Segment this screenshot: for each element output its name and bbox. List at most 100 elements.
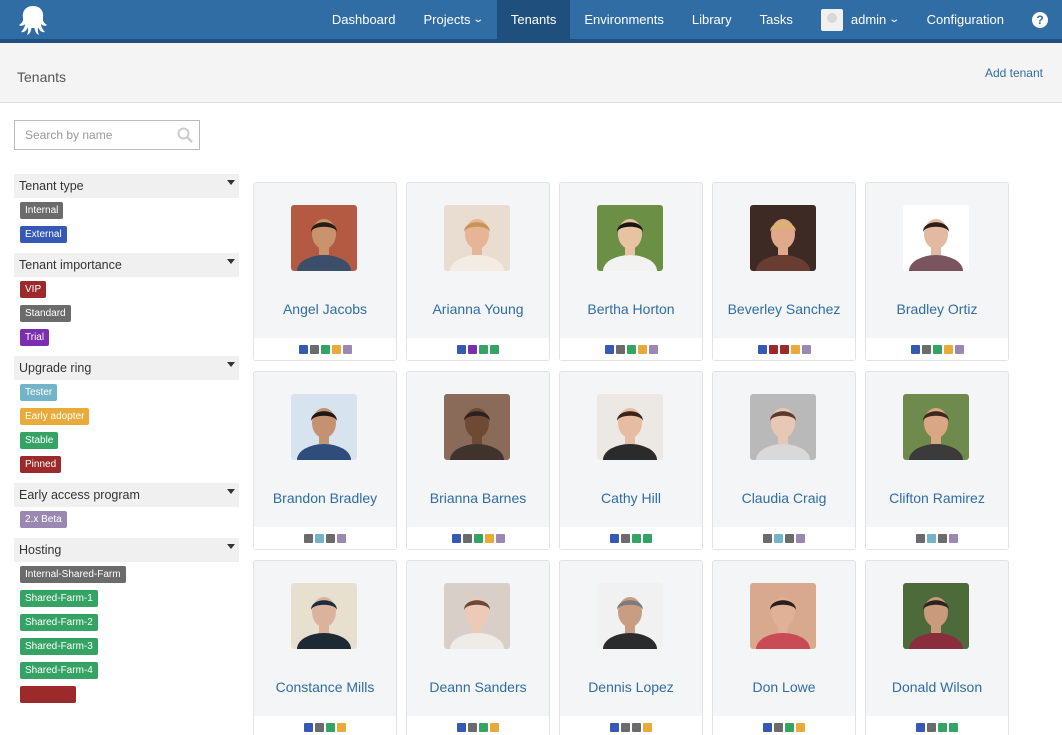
tenant-tag-swatches — [713, 716, 855, 735]
filter-group-header[interactable]: Hosting — [14, 538, 239, 562]
tenant-avatar — [903, 583, 969, 649]
tenant-avatar — [291, 583, 357, 649]
filter-tag-trial[interactable]: Trial — [20, 329, 50, 346]
filter-group-title: Tenant type — [19, 179, 84, 193]
nav-projects[interactable]: Projects ⌄ — [409, 0, 496, 39]
filter-tag-external[interactable]: External — [20, 226, 67, 243]
user-menu[interactable]: admin ⌄ — [807, 0, 913, 39]
tenant-card[interactable]: Claudia Craig — [712, 371, 856, 550]
tenant-card[interactable]: Angel Jacobs — [253, 182, 397, 361]
filter-tag-shared-farm-2[interactable]: Shared-Farm-2 — [20, 614, 98, 631]
filter-group-header[interactable]: Upgrade ring — [14, 356, 239, 380]
nav-dashboard[interactable]: Dashboard — [318, 0, 410, 39]
tenant-tag-swatches — [713, 527, 855, 549]
tag-swatch — [610, 722, 619, 732]
caret-down-icon[interactable] — [227, 544, 235, 549]
tag-swatch — [298, 344, 308, 354]
tenant-avatar — [750, 394, 816, 460]
tag-swatch — [774, 722, 783, 732]
filter-group-header[interactable]: Tenant importance — [14, 253, 239, 277]
add-tenant-link[interactable]: Add tenant — [985, 66, 1043, 80]
tenant-name[interactable]: Cathy Hill — [560, 490, 702, 506]
nav-configuration[interactable]: Configuration — [913, 0, 1018, 39]
tenant-name[interactable]: Bradley Ortiz — [866, 301, 1008, 317]
caret-down-icon[interactable] — [227, 489, 235, 494]
tenant-name[interactable]: Dennis Lopez — [560, 679, 702, 695]
filter-tag[interactable] — [20, 686, 76, 703]
filter-tag-list: VIP Standard Trial — [14, 277, 239, 346]
filter-tag-2-x-beta[interactable]: 2.x Beta — [20, 511, 67, 528]
filter-group-header[interactable]: Early access program — [14, 483, 239, 507]
help-button[interactable]: ? — [1018, 0, 1062, 39]
tag-swatch — [927, 722, 936, 732]
tenant-name[interactable]: Donald Wilson — [866, 679, 1008, 695]
tenant-name[interactable]: Deann Sanders — [407, 679, 549, 695]
tenant-card[interactable]: Brandon Bradley — [253, 371, 397, 550]
tag-swatch — [774, 533, 783, 543]
tag-swatch — [457, 344, 466, 354]
tag-swatch — [604, 344, 614, 354]
tag-swatch — [910, 344, 920, 354]
filter-tag-tester[interactable]: Tester — [20, 384, 58, 401]
tenant-card[interactable]: Dennis Lopez — [559, 560, 703, 735]
tenant-card[interactable]: Beverley Sanchez — [712, 182, 856, 361]
tenant-card[interactable]: Brianna Barnes — [406, 371, 550, 550]
caret-down-icon[interactable] — [227, 180, 235, 185]
tenant-card[interactable]: Donald Wilson — [865, 560, 1009, 735]
tenant-name[interactable]: Arianna Young — [407, 301, 549, 317]
tag-swatch — [626, 344, 636, 354]
octopus-logo-icon[interactable] — [16, 3, 50, 37]
nav-library[interactable]: Library — [678, 0, 746, 39]
tenant-name[interactable]: Angel Jacobs — [254, 301, 396, 317]
tenant-card[interactable]: Constance Mills — [253, 560, 397, 735]
tenant-card[interactable]: Deann Sanders — [406, 560, 550, 735]
tenant-tag-swatches — [254, 527, 396, 549]
filter-tag-list: Tester Early adopter Stable Pinned — [14, 380, 239, 473]
nav-tenants[interactable]: Tenants — [496, 0, 571, 39]
tenant-name[interactable]: Beverley Sanchez — [713, 301, 855, 317]
tag-swatch — [304, 533, 313, 543]
tenant-avatar — [444, 394, 510, 460]
tag-swatch — [801, 344, 811, 354]
nav-menu: Dashboard Projects ⌄ Tenants Environments… — [318, 0, 1062, 39]
tenant-card[interactable]: Bradley Ortiz — [865, 182, 1009, 361]
tenant-name[interactable]: Claudia Craig — [713, 490, 855, 506]
nav-environments[interactable]: Environments — [570, 0, 677, 39]
tenant-avatar — [444, 205, 510, 271]
filter-tag-stable[interactable]: Stable — [20, 432, 59, 449]
filter-tag-internal-shared-farm[interactable]: Internal-Shared-Farm — [20, 566, 126, 583]
search-input[interactable] — [15, 121, 165, 149]
filter-tag-shared-farm-3[interactable]: Shared-Farm-3 — [20, 638, 98, 655]
tenant-name[interactable]: Clifton Ramirez — [866, 490, 1008, 506]
tenant-card[interactable]: Clifton Ramirez — [865, 371, 1009, 550]
tag-swatch — [938, 533, 947, 543]
tenant-card[interactable]: Cathy Hill — [559, 371, 703, 550]
tenant-name[interactable]: Brandon Bradley — [254, 490, 396, 506]
tenant-card[interactable]: Bertha Horton — [559, 182, 703, 361]
tenant-card[interactable]: Arianna Young — [406, 182, 550, 361]
tag-swatch — [785, 722, 794, 732]
tenant-name[interactable]: Don Lowe — [713, 679, 855, 695]
filter-tag-early-adopter[interactable]: Early adopter — [20, 408, 90, 425]
tenant-name[interactable]: Brianna Barnes — [407, 490, 549, 506]
nav-library-label: Library — [691, 12, 732, 27]
tag-swatch — [763, 722, 772, 732]
caret-down-icon[interactable] — [227, 362, 235, 367]
filter-tag-shared-farm-4[interactable]: Shared-Farm-4 — [20, 662, 98, 679]
filter-tag-vip[interactable]: VIP — [20, 281, 47, 298]
search-icon[interactable] — [177, 127, 193, 143]
nav-tasks[interactable]: Tasks — [746, 0, 807, 39]
filter-tag-pinned[interactable]: Pinned — [20, 456, 62, 473]
filter-group-header[interactable]: Tenant type — [14, 174, 239, 198]
top-nav-bar: Dashboard Projects ⌄ Tenants Environments… — [0, 0, 1062, 43]
tenant-name[interactable]: Constance Mills — [254, 679, 396, 695]
tenant-card[interactable]: Don Lowe — [712, 560, 856, 735]
tenant-avatar — [444, 583, 510, 649]
filter-tag-shared-farm-1[interactable]: Shared-Farm-1 — [20, 590, 98, 607]
filter-tag-standard[interactable]: Standard — [20, 305, 71, 322]
tag-swatch — [763, 533, 772, 543]
tenant-name[interactable]: Bertha Horton — [560, 301, 702, 317]
filter-group-title: Tenant importance — [19, 258, 122, 272]
filter-tag-internal[interactable]: Internal — [20, 202, 64, 219]
caret-down-icon[interactable] — [227, 259, 235, 264]
